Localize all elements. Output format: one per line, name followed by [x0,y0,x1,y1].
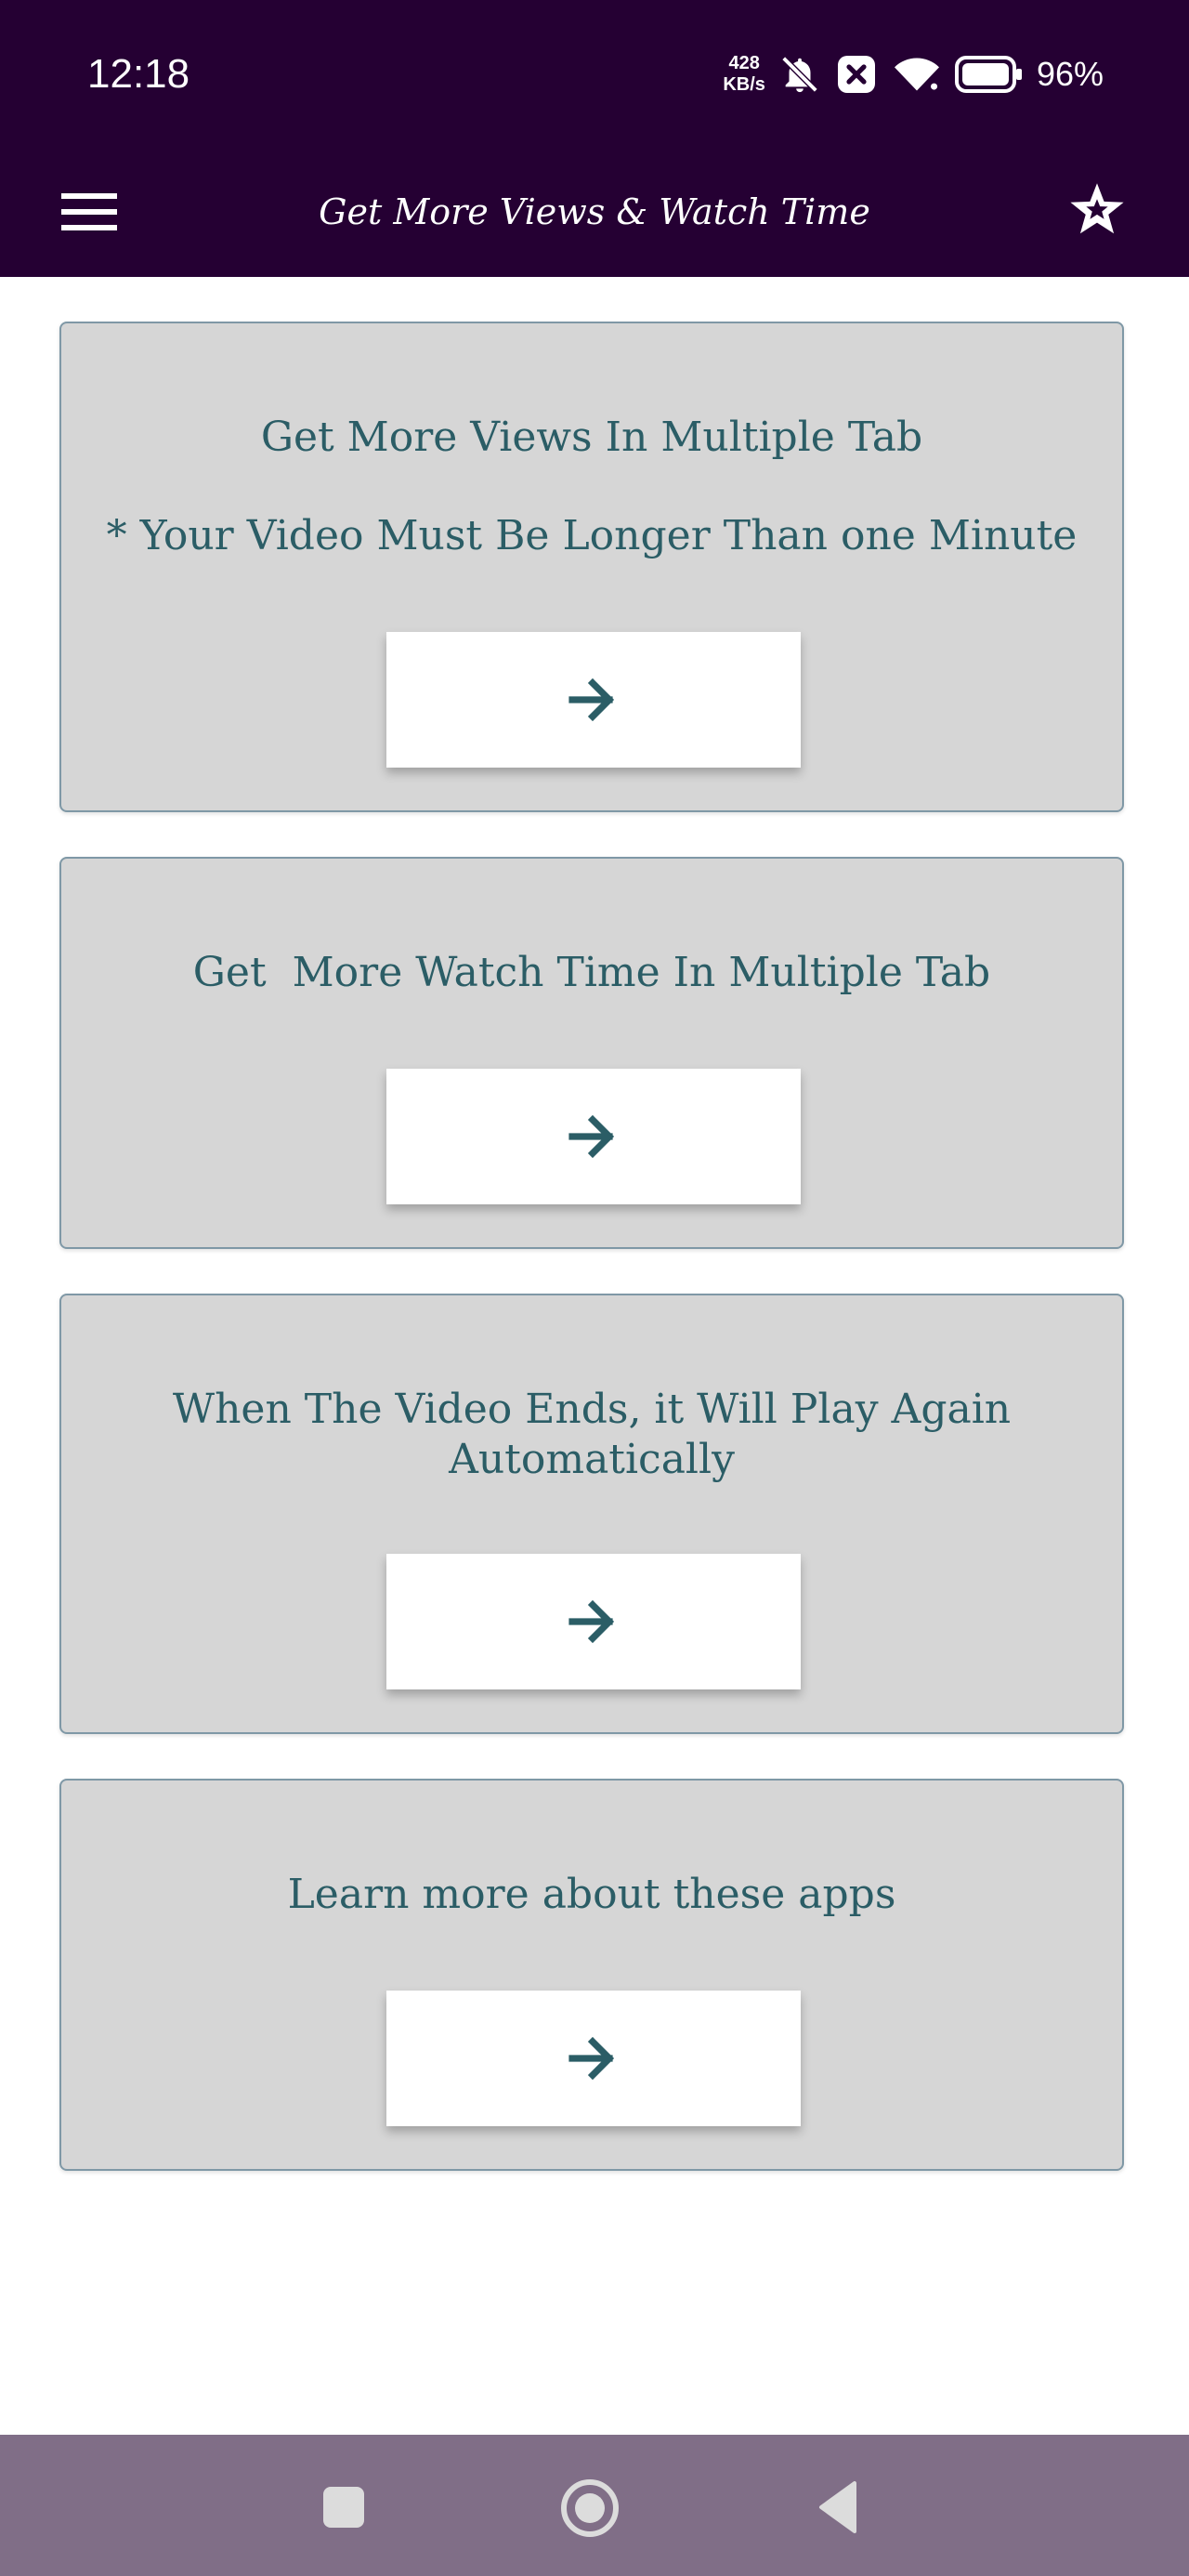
app-title: Get More Views & Watch Time [319,191,870,232]
card-learn-more: Learn more about these apps [59,1779,1124,2171]
card-more-watch-time: Get More Watch Time In Multiple Tab [59,857,1124,1249]
network-speed-value: 428 [728,53,760,73]
card-auto-replay: When The Video Ends, it Will Play Again … [59,1294,1124,1734]
more-watch-time-go-button[interactable] [386,1069,801,1204]
top-app-bar: Get More Views & Watch Time [0,149,1189,277]
home-circle-icon [561,2479,619,2537]
home-button[interactable] [555,2474,624,2543]
recents-square-icon [323,2487,364,2528]
battery-icon [954,56,1022,93]
wifi-icon [894,58,939,91]
auto-replay-go-button[interactable] [386,1554,801,1689]
arrow-right-icon [568,2036,615,2081]
card-title: Get More Views In Multiple Tab [260,414,923,461]
card-title: Learn more about these apps [287,1871,896,1918]
status-time: 12:18 [87,51,190,97]
star-icon [1070,183,1124,234]
network-speed-unit: KB/s [723,74,765,95]
status-icons: 428 KB/s 96% [723,46,1104,102]
favorite-button[interactable] [1065,177,1130,242]
card-title: When The Video Ends, it Will Play Again [172,1386,1012,1433]
learn-more-go-button[interactable] [386,1991,801,2126]
arrow-right-icon [568,1599,615,1644]
back-button[interactable] [808,2474,875,2541]
close-box-icon [837,56,875,93]
recents-button[interactable] [312,2476,375,2539]
card-title-continued: Automatically [449,1436,735,1483]
back-triangle-icon [819,2481,856,2533]
more-views-go-button[interactable] [386,632,801,768]
network-speed: 428 KB/s [723,53,765,96]
system-navigation-bar [0,2435,1189,2576]
card-more-views: Get More Views In Multiple Tab * Your Vi… [59,322,1124,812]
battery-percent: 96% [1036,55,1104,93]
card-title: Get More Watch Time In Multiple Tab [192,949,991,996]
bell-off-icon [781,56,818,93]
arrow-right-icon [568,677,615,722]
status-bar: 12:18 428 KB/s 96% [0,0,1189,149]
card-note: * Your Video Must Be Longer Than one Min… [106,512,1078,559]
arrow-right-icon [568,1114,615,1159]
